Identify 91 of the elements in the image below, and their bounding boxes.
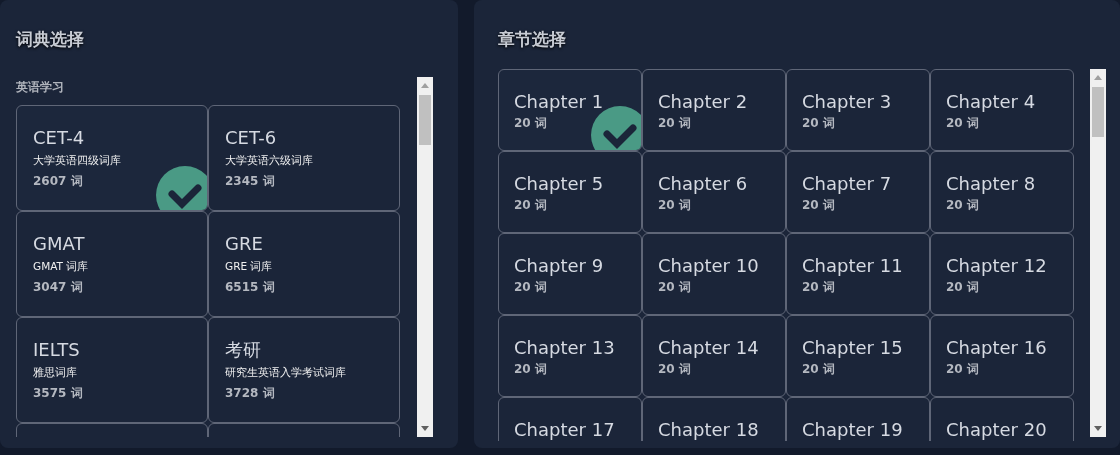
- dictionary-card[interactable]: CET-4 大学英语四级词库 2607 词: [16, 105, 208, 211]
- chapter-name: Chapter 2: [658, 90, 749, 112]
- dictionary-description: 大学英语四级词库: [33, 153, 122, 168]
- chapter-name: Chapter 4: [946, 90, 1037, 112]
- dictionary-name: GMAT: [33, 232, 86, 256]
- chapter-name: Chapter 17: [514, 418, 616, 440]
- word-count: 20 词: [514, 115, 548, 132]
- dictionary-card[interactable]: IELTS 雅思词库 3575 词: [16, 317, 208, 423]
- chapter-name: Chapter 19: [802, 418, 904, 440]
- chapter-name: Chapter 1: [514, 90, 605, 112]
- word-count: 20 词: [658, 197, 692, 214]
- chapter-card[interactable]: Chapter 8 20 词: [930, 151, 1074, 233]
- word-count: 3047 词: [33, 279, 84, 296]
- chapter-card[interactable]: Chapter 5 20 词: [498, 151, 642, 233]
- scrollbar-thumb[interactable]: [419, 95, 431, 145]
- dictionary-name: CET-6: [225, 126, 278, 150]
- chapter-card[interactable]: Chapter 1 20 词: [498, 69, 642, 151]
- chapter-name: Chapter 10: [658, 254, 760, 276]
- chapter-card[interactable]: Chapter 2 20 词: [642, 69, 786, 151]
- chapter-card[interactable]: Chapter 3 20 词: [786, 69, 930, 151]
- word-count: 20 词: [802, 361, 836, 378]
- word-count: 3575 词: [33, 385, 84, 402]
- scroll-down-icon[interactable]: [421, 426, 429, 431]
- scrollbar[interactable]: [417, 77, 433, 437]
- scroll-down-icon[interactable]: [1094, 426, 1102, 431]
- chapter-name: Chapter 5: [514, 172, 605, 194]
- chapter-card[interactable]: Chapter 14 20 词: [642, 315, 786, 397]
- dictionary-description: 研究生英语入学考试词库: [225, 365, 347, 380]
- word-count: 20 词: [658, 279, 692, 296]
- chapter-card[interactable]: Chapter 7 20 词: [786, 151, 930, 233]
- dictionary-card[interactable]: CET-6 大学英语六级词库 2345 词: [208, 105, 400, 211]
- chapter-name: Chapter 11: [802, 254, 904, 276]
- word-count: 20 词: [946, 197, 980, 214]
- chapter-card[interactable]: Chapter 11 20 词: [786, 233, 930, 315]
- chapter-name: Chapter 3: [802, 90, 893, 112]
- chapter-name: Chapter 15: [802, 336, 904, 358]
- word-count: 20 词: [514, 197, 548, 214]
- panel-title: 章节选择: [498, 28, 567, 50]
- chapter-card[interactable]: Chapter 16 20 词: [930, 315, 1074, 397]
- chapter-card[interactable]: Chapter 6 20 词: [642, 151, 786, 233]
- word-count: 20 词: [802, 197, 836, 214]
- word-count: 20 词: [658, 115, 692, 132]
- dictionary-name: 考研: [225, 338, 262, 362]
- word-count: 20 词: [946, 115, 980, 132]
- chapter-card[interactable]: Chapter 18: [642, 397, 786, 441]
- dictionary-name: IELTS: [33, 338, 81, 362]
- dictionary-card[interactable]: GMAT GMAT 词库 3047 词: [16, 211, 208, 317]
- chapter-card[interactable]: Chapter 10 20 词: [642, 233, 786, 315]
- dictionary-name: GRE: [225, 232, 264, 256]
- chapter-name: Chapter 6: [658, 172, 749, 194]
- chapter-card[interactable]: Chapter 19: [786, 397, 930, 441]
- word-count: 20 词: [514, 279, 548, 296]
- chapter-card[interactable]: Chapter 9 20 词: [498, 233, 642, 315]
- word-count: 20 词: [802, 115, 836, 132]
- word-count: 3728 词: [225, 385, 276, 402]
- word-count: 20 词: [946, 279, 980, 296]
- chapter-name: Chapter 12: [946, 254, 1048, 276]
- chapter-name: Chapter 7: [802, 172, 893, 194]
- dictionary-description: 雅思词库: [33, 365, 78, 380]
- word-count: 20 词: [946, 361, 980, 378]
- chapter-card[interactable]: Chapter 15 20 词: [786, 315, 930, 397]
- chapter-name: Chapter 16: [946, 336, 1048, 358]
- scrollbar-thumb[interactable]: [1092, 87, 1104, 137]
- word-count: 20 词: [514, 361, 548, 378]
- chapter-card[interactable]: Chapter 17: [498, 397, 642, 441]
- chapter-name: Chapter 20: [946, 418, 1048, 440]
- section-heading: 英语学习: [16, 79, 65, 96]
- dictionary-card[interactable]: 考研 研究生英语入学考试词库 3728 词: [208, 317, 400, 423]
- chapter-name: Chapter 13: [514, 336, 616, 358]
- chapter-name: Chapter 14: [658, 336, 760, 358]
- chapter-card[interactable]: Chapter 13 20 词: [498, 315, 642, 397]
- word-count: 2607 词: [33, 173, 84, 190]
- chapter-name: Chapter 8: [946, 172, 1037, 194]
- chapter-card[interactable]: Chapter 12 20 词: [930, 233, 1074, 315]
- scrollbar[interactable]: [1090, 69, 1106, 437]
- word-count: 6515 词: [225, 279, 276, 296]
- chapter-card[interactable]: Chapter 20: [930, 397, 1074, 441]
- panel-title: 词典选择: [16, 28, 85, 50]
- word-count: 20 词: [658, 361, 692, 378]
- dictionary-description: 大学英语六级词库: [225, 153, 314, 168]
- word-count: 20 词: [802, 279, 836, 296]
- scroll-up-icon[interactable]: [1094, 75, 1102, 80]
- chapter-card[interactable]: Chapter 4 20 词: [930, 69, 1074, 151]
- word-count: 2345 词: [225, 173, 276, 190]
- scroll-up-icon[interactable]: [421, 83, 429, 88]
- chapter-name: Chapter 18: [658, 418, 760, 440]
- dictionary-card[interactable]: GRE GRE 词库 6515 词: [208, 211, 400, 317]
- dictionary-name: CET-4: [33, 126, 86, 150]
- dictionary-description: GMAT 词库: [33, 259, 90, 274]
- chapter-name: Chapter 9: [514, 254, 605, 276]
- dictionary-description: GRE 词库: [225, 259, 274, 274]
